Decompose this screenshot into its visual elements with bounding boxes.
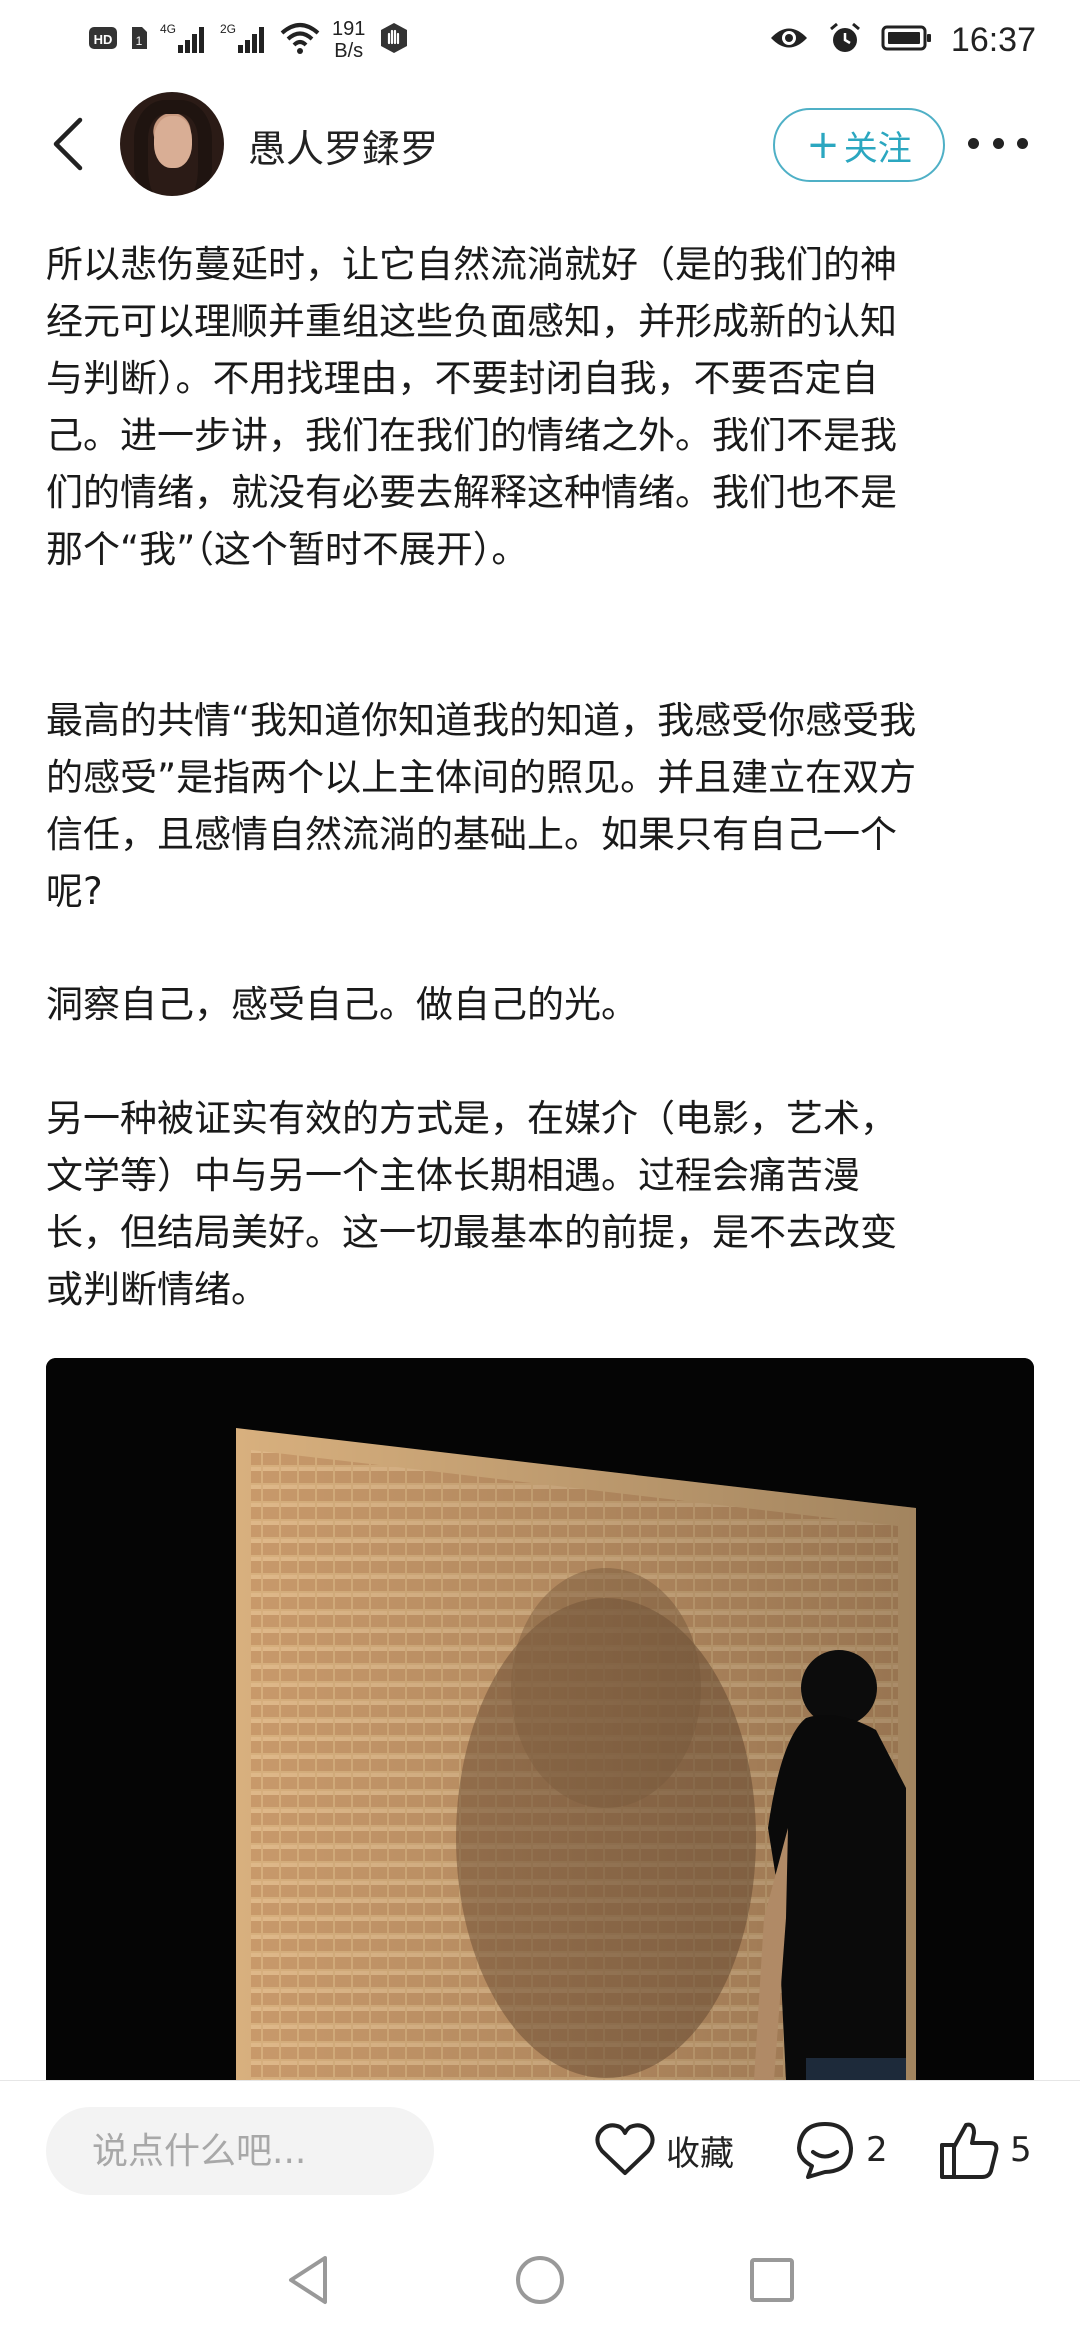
paragraph-line: 所以悲伤蔓延时，让它自然流淌就好（是的我们的神	[46, 243, 897, 286]
net-speed-value: 191	[332, 18, 366, 40]
nav-home-button[interactable]	[508, 2248, 572, 2312]
square-recents-icon	[750, 2258, 794, 2302]
signal-2g-icon: 2G	[220, 21, 268, 59]
svg-text:1: 1	[136, 34, 143, 48]
paragraph-line: 另一种被证实有效的方式是，在媒介（电影，艺术，	[46, 1097, 897, 1140]
more-dot-icon	[1017, 137, 1028, 149]
back-button[interactable]	[44, 114, 100, 174]
comment-input[interactable]	[46, 2107, 434, 2195]
svg-text:HD: HD	[94, 32, 113, 47]
nav-back-button[interactable]	[276, 2248, 340, 2312]
comment-count: 2	[866, 2130, 888, 2170]
net-speed: 191 B/s	[332, 18, 365, 62]
author-avatar[interactable]	[120, 92, 224, 196]
paragraph-line: 文学等）中与另一个主体长期相遇。过程会痛苦漫	[46, 1154, 860, 1197]
paragraph-line: 与判断）。不用找理由，不要封闭自我，不要否定自	[46, 357, 879, 400]
author-name[interactable]: 愚人罗鍒罗	[248, 118, 438, 173]
follow-button[interactable]: + 关注	[773, 108, 945, 182]
hand-icon	[377, 21, 411, 59]
more-dot-icon	[968, 137, 979, 149]
paragraph-line: 那个“我”（这个暂时不展开）。	[46, 528, 529, 571]
paragraph-line: 呢?	[46, 870, 103, 913]
paragraph-line: 最高的共情“我知道你知道我的知道，我感受你感受我	[46, 699, 917, 742]
circle-home-icon	[516, 2256, 564, 2304]
sim-icon: 1	[130, 23, 148, 57]
thumbs-up-icon	[940, 2122, 999, 2179]
more-options-button[interactable]	[968, 128, 1028, 158]
nav-recents-button[interactable]	[740, 2248, 804, 2312]
paragraph-line: 长，但结局美好。这一切最基本的前提，是不去改变	[46, 1211, 897, 1254]
status-right: 16:37	[769, 18, 1036, 62]
paragraph-line: 们的情绪，就没有必要去解释这种情绪。我们也不是	[46, 471, 897, 514]
avatar-face-shape	[154, 116, 192, 168]
article-paragraph: 最高的共情“我知道你知道我的知道，我感受你感受我 的感受”是指两个以上主体间的照…	[46, 692, 916, 920]
plus-icon: +	[806, 122, 840, 168]
article-image[interactable]	[46, 1358, 1034, 2080]
status-left: HD 1 4G 2G 191 B/s	[88, 18, 411, 62]
bottom-action-bar: 收藏 2 5	[0, 2080, 1080, 2220]
alarm-icon	[827, 21, 863, 59]
status-bar: HD 1 4G 2G 191 B/s 16:37	[0, 0, 1080, 80]
comment-bubble-icon	[797, 2122, 853, 2179]
favorite-button[interactable]: 收藏	[594, 2115, 734, 2185]
net-speed-unit: B/s	[334, 40, 364, 62]
article-paragraph: 另一种被证实有效的方式是，在媒介（电影，艺术， 文学等）中与另一个主体长期相遇。…	[46, 1090, 897, 1318]
heart-icon	[595, 2123, 655, 2175]
comment-button[interactable]: 2	[794, 2115, 888, 2185]
svg-text:2G: 2G	[220, 22, 236, 36]
wooden-mirror-artwork-image	[46, 1358, 1034, 2080]
triangle-back-icon	[289, 2256, 327, 2304]
battery-icon	[881, 23, 933, 57]
paragraph-line: 经元可以理顺并重组这些负面感知，并形成新的认知	[46, 300, 897, 343]
clock-time: 16:37	[950, 20, 1036, 59]
like-count: 5	[1010, 2130, 1032, 2170]
paragraph-line: 洞察自己，感受自己。做自己的光。	[46, 983, 638, 1026]
wifi-icon	[280, 21, 320, 59]
paragraph-line: 的感受”是指两个以上主体间的照见。并且建立在双方	[46, 756, 917, 799]
svg-text:4G: 4G	[160, 22, 176, 36]
like-button[interactable]: 5	[938, 2115, 1032, 2185]
paragraph-line: 信任，且感情自然流淌的基础上。如果只有自己一个	[46, 813, 897, 856]
more-dot-icon	[992, 137, 1004, 149]
article-paragraph: 所以悲伤蔓延时，让它自然流淌就好（是的我们的神 经元可以理顺并重组这些负面感知，…	[46, 236, 897, 578]
article-header: 愚人罗鍒罗 + 关注	[0, 88, 1080, 200]
eye-icon	[769, 23, 809, 57]
follow-label: 关注	[843, 128, 912, 169]
system-navigation-bar	[0, 2220, 1080, 2340]
paragraph-line: 或判断情绪。	[46, 1268, 268, 1311]
hd-icon: HD	[88, 23, 118, 57]
article-paragraph: 洞察自己，感受自己。做自己的光。	[46, 976, 638, 1033]
paragraph-line: 己。进一步讲，我们在我们的情绪之外。我们不是我	[46, 414, 897, 457]
signal-4g-icon: 4G	[160, 21, 208, 59]
back-arrow-icon	[53, 117, 83, 171]
favorite-label: 收藏	[666, 2133, 734, 2174]
